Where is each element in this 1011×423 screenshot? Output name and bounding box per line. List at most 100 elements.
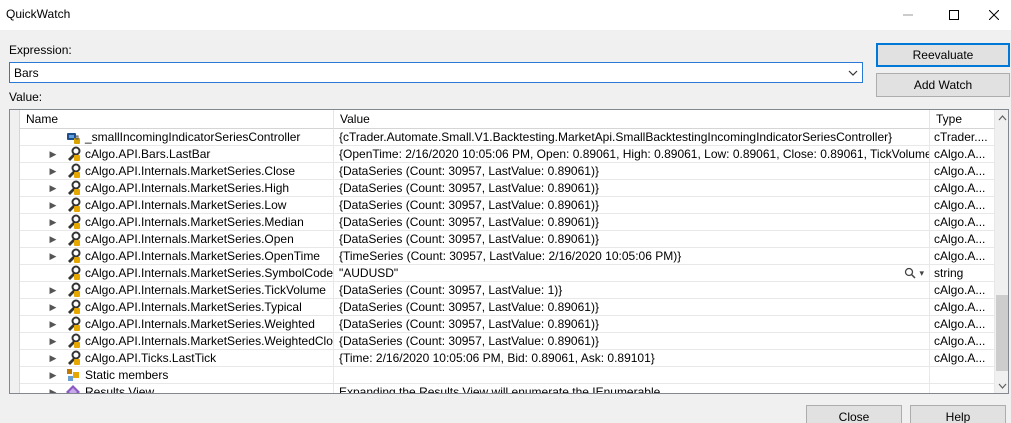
type-cell[interactable]: cAlgo.A...	[930, 350, 995, 367]
type-cell[interactable]: cTrader....	[930, 129, 995, 146]
scroll-thumb[interactable]	[996, 295, 1008, 371]
type-cell[interactable]: cAlgo.A...	[930, 146, 995, 163]
expand-arrow-icon[interactable]: ▶	[48, 199, 58, 211]
name-cell[interactable]: ▶ cAlgo.API.Internals.MarketSeries.Weight…	[20, 333, 334, 350]
value-cell[interactable]: {DataSeries (Count: 30957, LastValue: 1)…	[334, 282, 930, 299]
type-cell[interactable]: cAlgo.A...	[930, 197, 995, 214]
name-cell[interactable]: cAlgo.API.Internals.MarketSeries.SymbolC…	[20, 265, 334, 282]
name-cell[interactable]: ▶ cAlgo.API.Internals.MarketSeries.High	[20, 180, 334, 197]
table-row[interactable]: ▶ cAlgo.API.Internals.MarketSeries.Low {Da…	[20, 197, 995, 214]
type-cell[interactable]: string	[930, 265, 995, 282]
type-cell[interactable]: cAlgo.A...	[930, 214, 995, 231]
name-cell[interactable]: ▶ cAlgo.API.Internals.MarketSeries.Low	[20, 197, 334, 214]
magnifier-icon[interactable]: ▾	[898, 265, 924, 281]
close-window-button[interactable]	[977, 0, 1011, 30]
type-cell[interactable]	[930, 384, 995, 393]
expression-value[interactable]: Bars	[14, 66, 39, 80]
table-row[interactable]: ▶ cAlgo.API.Internals.MarketSeries.Close {…	[20, 163, 995, 180]
expand-arrow-icon[interactable]: ▶	[48, 148, 58, 160]
table-row[interactable]: ▶ Results View Expanding the Results View …	[20, 384, 995, 394]
table-row[interactable]: ▶ cAlgo.API.Bars.LastBar {OpenTime: 2/16/2…	[20, 146, 995, 163]
value-cell[interactable]	[334, 367, 930, 384]
expand-arrow-icon[interactable]: ▶	[48, 182, 58, 194]
table-row[interactable]: ▶ cAlgo.API.Internals.MarketSeries.Typica…	[20, 299, 995, 316]
table-row[interactable]: cAlgo.API.Internals.MarketSeries.SymbolC…	[20, 265, 995, 282]
name-cell[interactable]: ▶ cAlgo.API.Ticks.LastTick	[20, 350, 334, 367]
scroll-up-button[interactable]	[995, 110, 1008, 125]
row-name: Results View	[85, 385, 155, 394]
maximize-button[interactable]	[931, 0, 977, 30]
table-row[interactable]: ▶ cAlgo.API.Internals.MarketSeries.Weight…	[20, 333, 995, 350]
value-cell[interactable]: {Time: 2/16/2020 10:05:06 PM, Bid: 0.890…	[334, 350, 930, 367]
value-cell[interactable]: {TimeSeries (Count: 30957, LastValue: 2/…	[334, 248, 930, 265]
value-cell[interactable]: {DataSeries (Count: 30957, LastValue: 0.…	[334, 180, 930, 197]
expand-arrow-icon[interactable]: ▶	[48, 250, 58, 262]
table-row[interactable]: ▶ cAlgo.API.Internals.MarketSeries.Open {D…	[20, 231, 995, 248]
name-cell[interactable]: ▶ cAlgo.API.Internals.MarketSeries.Typica…	[20, 299, 334, 316]
table-row[interactable]: _smallIncomingIndicatorSeriesController {…	[20, 129, 995, 146]
column-header-name[interactable]: Name	[20, 110, 334, 129]
grid-gutter	[10, 110, 20, 393]
expand-arrow-icon[interactable]: ▶	[48, 369, 58, 381]
expand-arrow-icon[interactable]: ▶	[48, 301, 58, 313]
table-row[interactable]: ▶ cAlgo.API.Internals.MarketSeries.Weight…	[20, 316, 995, 333]
value-cell[interactable]: {DataSeries (Count: 30957, LastValue: 0.…	[334, 316, 930, 333]
type-cell[interactable]: cAlgo.A...	[930, 163, 995, 180]
value-cell[interactable]: {DataSeries (Count: 30957, LastValue: 0.…	[334, 163, 930, 180]
type-cell[interactable]: cAlgo.A...	[930, 316, 995, 333]
table-row[interactable]: ▶ cAlgo.API.Internals.MarketSeries.TickVo…	[20, 282, 995, 299]
reevaluate-button[interactable]: Reevaluate	[876, 43, 1010, 67]
column-header-type[interactable]: Type	[930, 110, 995, 129]
type-cell[interactable]	[930, 367, 995, 384]
name-cell[interactable]: ▶ cAlgo.API.Internals.MarketSeries.TickVo…	[20, 282, 334, 299]
expand-arrow-icon[interactable]: ▶	[48, 335, 58, 347]
help-button[interactable]: Help	[910, 405, 1006, 423]
value-cell[interactable]: {DataSeries (Count: 30957, LastValue: 0.…	[334, 197, 930, 214]
value-cell[interactable]: {cTrader.Automate.Small.V1.Backtesting.M…	[334, 129, 930, 146]
value-cell[interactable]: Expanding the Results View will enumerat…	[334, 384, 930, 393]
name-cell[interactable]: ▶ cAlgo.API.Internals.MarketSeries.Close	[20, 163, 334, 180]
expand-arrow-icon[interactable]: ▶	[48, 216, 58, 228]
table-row[interactable]: ▶ cAlgo.API.Internals.MarketSeries.High {D…	[20, 180, 995, 197]
row-name: cAlgo.API.Internals.MarketSeries.Open	[85, 232, 294, 246]
name-cell[interactable]: ▶ cAlgo.API.Internals.MarketSeries.OpenTi…	[20, 248, 334, 265]
name-cell[interactable]: ▶ cAlgo.API.Internals.MarketSeries.Weight…	[20, 316, 334, 333]
name-cell[interactable]: ▶ cAlgo.API.Bars.LastBar	[20, 146, 334, 163]
value-cell[interactable]: {DataSeries (Count: 30957, LastValue: 0.…	[334, 231, 930, 248]
type-cell[interactable]: cAlgo.A...	[930, 248, 995, 265]
table-row[interactable]: ▶ cAlgo.API.Internals.MarketSeries.OpenTi…	[20, 248, 995, 265]
expression-input[interactable]: Bars	[9, 62, 863, 83]
chevron-down-icon	[998, 383, 1007, 389]
value-cell[interactable]: {DataSeries (Count: 30957, LastValue: 0.…	[334, 299, 930, 316]
expression-dropdown-button[interactable]	[844, 63, 862, 82]
table-row[interactable]: ▶ cAlgo.API.Internals.MarketSeries.Median…	[20, 214, 995, 231]
value-cell[interactable]: "AUDUSD"	[334, 265, 930, 282]
expand-arrow-icon[interactable]: ▶	[48, 233, 58, 245]
add-watch-button[interactable]: Add Watch	[876, 73, 1010, 97]
type-cell[interactable]: cAlgo.A...	[930, 299, 995, 316]
expand-arrow-icon[interactable]: ▶	[48, 165, 58, 177]
name-cell[interactable]: ▶ cAlgo.API.Internals.MarketSeries.Median	[20, 214, 334, 231]
column-header-value[interactable]: Value	[334, 110, 930, 129]
type-cell[interactable]: cAlgo.A...	[930, 180, 995, 197]
value-cell[interactable]: {OpenTime: 2/16/2020 10:05:06 PM, Open: …	[334, 146, 930, 163]
type-cell[interactable]: cAlgo.A...	[930, 333, 995, 350]
type-cell[interactable]: cAlgo.A...	[930, 282, 995, 299]
expand-arrow-icon[interactable]: ▶	[48, 386, 58, 393]
expand-arrow-icon[interactable]: ▶	[48, 352, 58, 364]
value-cell[interactable]: {DataSeries (Count: 30957, LastValue: 0.…	[334, 333, 930, 350]
minimize-button[interactable]	[885, 0, 931, 30]
name-cell[interactable]: ▶ Static members	[20, 367, 334, 384]
expand-arrow-icon[interactable]: ▶	[48, 284, 58, 296]
table-row[interactable]: ▶ Static members	[20, 367, 995, 384]
value-cell[interactable]: {DataSeries (Count: 30957, LastValue: 0.…	[334, 214, 930, 231]
name-cell[interactable]: ▶ cAlgo.API.Internals.MarketSeries.Open	[20, 231, 334, 248]
table-row[interactable]: ▶ cAlgo.API.Ticks.LastTick {Time: 2/16/202…	[20, 350, 995, 367]
name-cell[interactable]: ▶ Results View	[20, 384, 334, 394]
type-cell[interactable]: cAlgo.A...	[930, 231, 995, 248]
expand-arrow-icon[interactable]: ▶	[48, 318, 58, 330]
scroll-down-button[interactable]	[995, 378, 1008, 393]
close-button[interactable]: Close	[806, 405, 902, 423]
vertical-scrollbar[interactable]	[995, 110, 1008, 393]
name-cell[interactable]: _smallIncomingIndicatorSeriesController	[20, 129, 334, 146]
